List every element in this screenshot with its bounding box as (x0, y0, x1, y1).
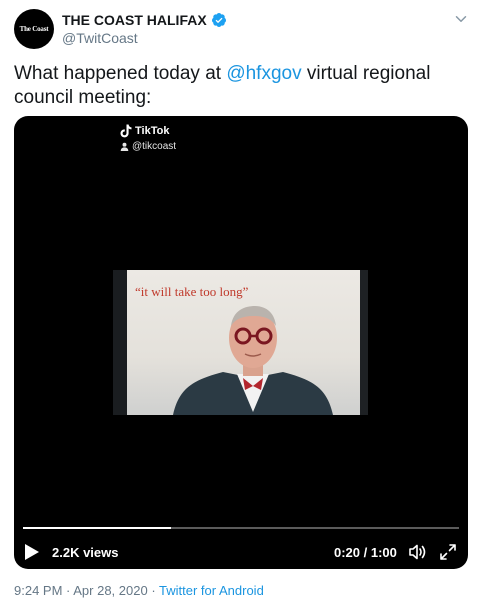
tiktok-user-icon (120, 142, 129, 151)
tweet-meta: 9:24 PM · Apr 28, 2020 · Twitter for And… (14, 583, 264, 598)
video-caption: “it will take too long” (135, 284, 249, 299)
verified-badge-icon (211, 13, 226, 27)
tiktok-brand: TikTok (135, 125, 170, 137)
view-count: 2.2K views (52, 545, 119, 560)
user-handle[interactable]: @TwitCoast (62, 30, 138, 46)
progress-bar[interactable] (23, 527, 459, 529)
volume-icon[interactable] (407, 542, 427, 562)
progress-fill (23, 527, 172, 529)
mention-link[interactable]: @hfxgov (226, 63, 301, 84)
caret-down-icon[interactable] (452, 10, 470, 28)
tweet-timestamp[interactable]: 9:24 PM · Apr 28, 2020 (14, 583, 148, 598)
display-name[interactable]: THE COAST HALIFAX (62, 12, 207, 28)
tiktok-note-icon (120, 124, 132, 138)
tweet-card: The Coast THE COAST HALIFAX @TwitCoast W… (0, 0, 482, 608)
tiktok-user: @tikcoast (120, 141, 176, 152)
speaker-figure (173, 306, 333, 415)
tiktok-handle: @tikcoast (132, 141, 177, 152)
frame-border-left (113, 270, 127, 415)
frame-border-right (360, 270, 368, 415)
avatar[interactable]: The Coast (14, 9, 54, 49)
video-player[interactable]: TikTok @tikcoast “it will take too long” (14, 116, 468, 569)
play-icon[interactable] (24, 543, 40, 561)
avatar-text: The Coast (19, 25, 49, 33)
tweet-text-start: What happened today at (14, 63, 227, 84)
meta-separator: · (147, 583, 160, 598)
tiktok-watermark: TikTok (120, 124, 169, 138)
fullscreen-icon[interactable] (439, 543, 457, 561)
video-controls: 2.2K views 0:20 / 1:00 (14, 536, 468, 566)
tweet-text: What happened today at @hfxgov virtual r… (14, 62, 464, 110)
video-frame: “it will take too long” (113, 270, 368, 415)
tweet-source[interactable]: Twitter for Android (159, 583, 264, 598)
playback-time: 0:20 / 1:00 (334, 545, 397, 560)
name-row: THE COAST HALIFAX (62, 12, 227, 28)
